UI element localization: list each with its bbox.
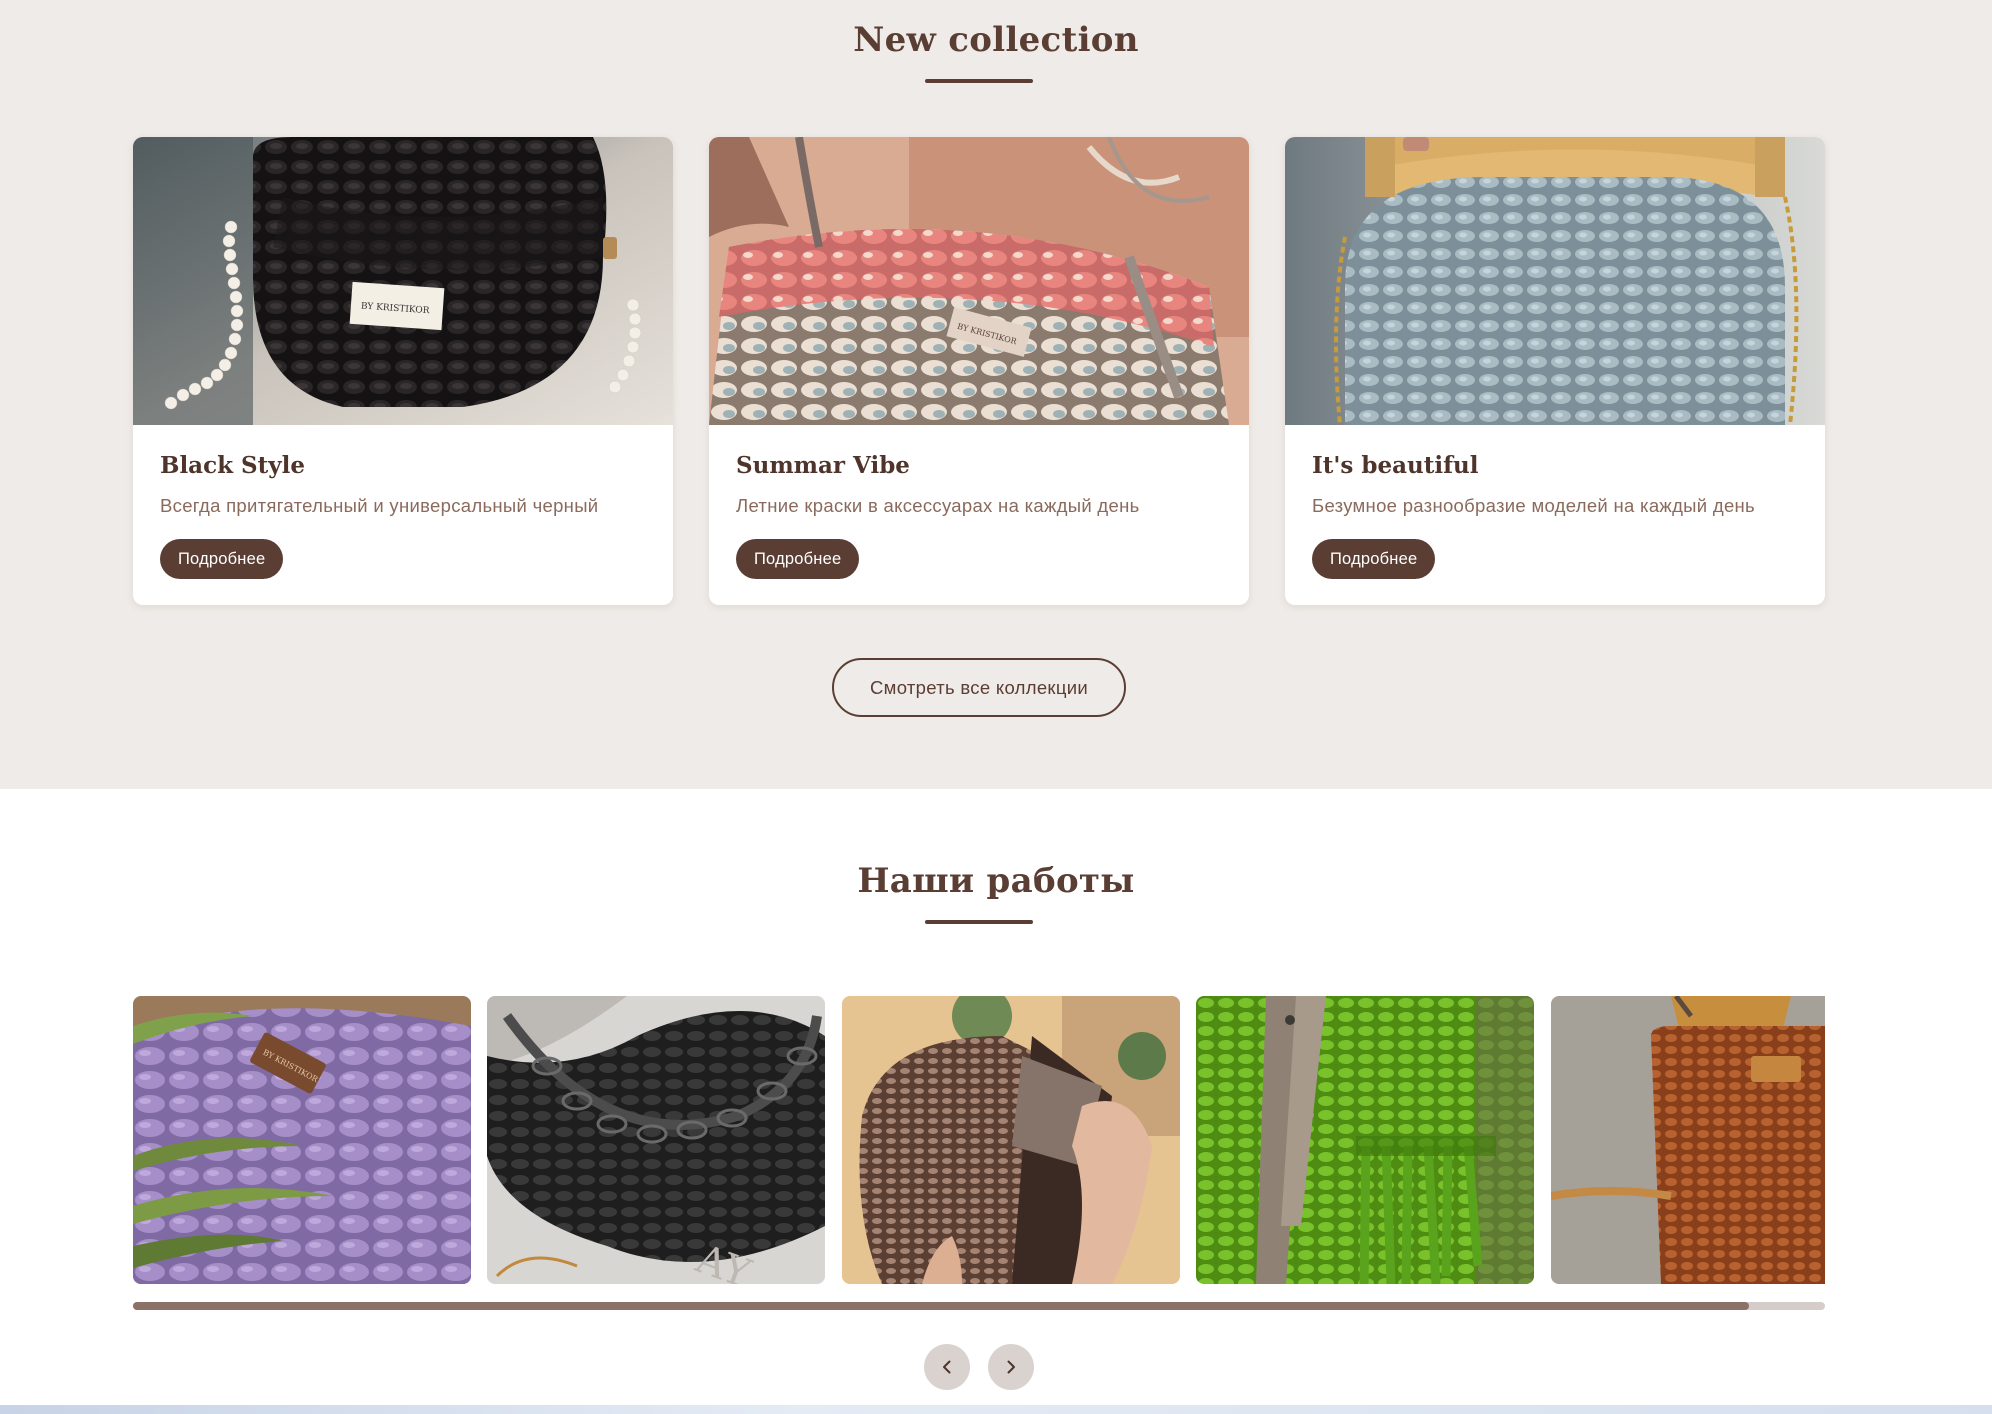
black-crochet-bag-photo[interactable]: BY KRISTIKOR xyxy=(133,137,673,425)
card-description: Безумное разнообразие моделей на каждый … xyxy=(1312,495,1755,516)
purple-crochet-bag-photo[interactable]: BY KRISTIKOR xyxy=(133,996,471,1284)
our-works-section: Наши работы BY KRISTIKOR AY xyxy=(0,789,1992,1414)
collection-card-black-style[interactable]: BY KRISTIKOR Black Style Всегда притягат… xyxy=(133,137,673,605)
details-button[interactable]: Подробнее xyxy=(736,539,860,579)
collection-card-summar-vibe[interactable]: BY KRISTIKOR Summar Vibe Летние краски в… xyxy=(709,137,1249,605)
card-title: Summar Vibe xyxy=(736,452,910,479)
gallery-scrollbar[interactable] xyxy=(133,1302,1825,1310)
gallery-scrollbar-thumb[interactable] xyxy=(133,1302,1749,1310)
works-title: Наши работы xyxy=(857,861,1135,901)
pink-crochet-bag-photo[interactable]: BY KRISTIKOR xyxy=(709,137,1249,425)
view-all-collections-button[interactable]: Смотреть все коллекции xyxy=(832,658,1126,717)
card-description: Всегда притягательный и универсальный че… xyxy=(160,495,599,516)
terracotta-crochet-bag-photo[interactable] xyxy=(1551,996,1825,1284)
gallery-next-button[interactable] xyxy=(988,1344,1034,1390)
collection-title: New collection xyxy=(853,20,1139,60)
black-crochet-chain-bag-photo[interactable]: AY xyxy=(487,996,825,1284)
blue-crochet-clutch-photo[interactable] xyxy=(1285,137,1825,425)
chevron-right-icon xyxy=(1007,1360,1015,1374)
works-gallery[interactable]: BY KRISTIKOR AY xyxy=(133,996,1825,1284)
brown-crochet-bag-photo[interactable] xyxy=(842,996,1180,1284)
gallery-prev-button[interactable] xyxy=(924,1344,970,1390)
details-button[interactable]: Подробнее xyxy=(160,539,284,579)
next-section-edge xyxy=(0,1405,1992,1414)
card-title: Black Style xyxy=(160,452,305,479)
new-collection-section: New collection BY KRISTIKOR Black Style … xyxy=(0,0,1992,789)
card-description: Летние краски в аксессуарах на каждый де… xyxy=(736,495,1140,516)
collection-card-its-beautiful[interactable]: It's beautiful Безумное разнообразие мод… xyxy=(1285,137,1825,605)
green-crochet-bag-photo[interactable] xyxy=(1196,996,1534,1284)
card-title: It's beautiful xyxy=(1312,452,1479,479)
works-title-rule xyxy=(925,920,1033,924)
collection-title-rule xyxy=(925,79,1033,83)
details-button[interactable]: Подробнее xyxy=(1312,539,1436,579)
chevron-left-icon xyxy=(943,1360,951,1374)
